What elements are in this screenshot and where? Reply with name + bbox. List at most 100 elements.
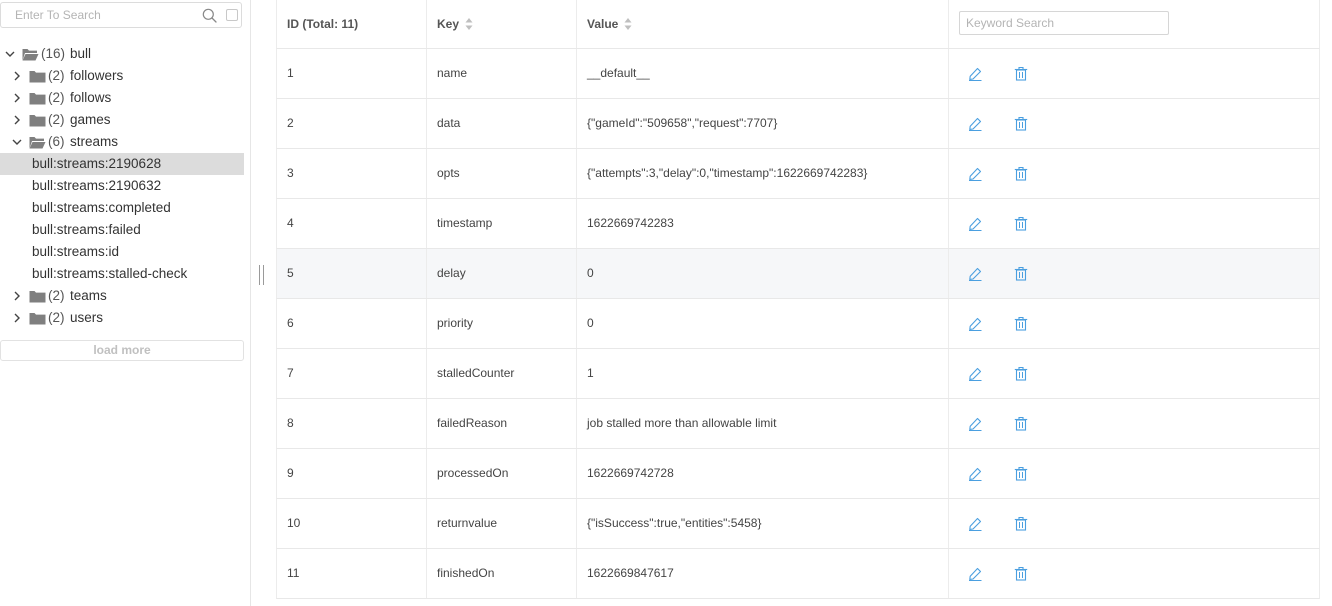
table-row[interactable]: 10 returnvalue {"isSuccess":true,"entities…	[276, 499, 1320, 549]
header-value[interactable]: Value	[577, 0, 949, 48]
cell-actions	[949, 349, 1321, 398]
cell-key: name	[427, 49, 577, 98]
load-more-button[interactable]: load more	[0, 340, 244, 361]
key-search-input[interactable]	[1, 3, 205, 27]
table-header: ID (Total: 11) Key Value	[276, 0, 1320, 49]
edit-pencil-icon[interactable]	[968, 267, 982, 281]
row-key: data	[437, 116, 461, 130]
edit-pencil-icon[interactable]	[968, 67, 982, 81]
tree-folder-teams[interactable]: (2) teams	[0, 285, 244, 307]
table-row[interactable]: 3 opts {"attempts":3,"delay":0,"timestamp"…	[276, 149, 1320, 199]
table-row[interactable]: 7 stalledCounter 1	[276, 349, 1320, 399]
chevron-right-icon[interactable]	[12, 291, 22, 301]
row-value: {"attempts":3,"delay":0,"timestamp":1622…	[587, 166, 868, 180]
key-name: bull:streams:2190632	[32, 178, 162, 193]
row-key: failedReason	[437, 416, 508, 430]
edit-pencil-icon[interactable]	[968, 417, 982, 431]
row-key: finishedOn	[437, 566, 495, 580]
tree-key-item[interactable]: bull:streams:2190628	[0, 153, 244, 175]
cell-key: delay	[427, 249, 577, 298]
tree-key-item[interactable]: bull:streams:completed	[0, 197, 244, 219]
trash-icon[interactable]	[1014, 566, 1028, 581]
cell-key: stalledCounter	[427, 349, 577, 398]
tree-key-item[interactable]: bull:streams:id	[0, 241, 244, 263]
edit-pencil-icon[interactable]	[968, 317, 982, 331]
sort-key-icon[interactable]	[465, 17, 473, 31]
tree-folder-games[interactable]: (2) games	[0, 109, 244, 131]
trash-icon[interactable]	[1014, 66, 1028, 81]
tree-folder-bull[interactable]: (16) bull	[0, 43, 244, 65]
cell-key: returnvalue	[427, 499, 577, 548]
key-name: bull:streams:id	[32, 244, 120, 259]
tree-folder-users[interactable]: (2) users	[0, 307, 244, 329]
tree-folder-followers[interactable]: (2) followers	[0, 65, 244, 87]
trash-icon[interactable]	[1014, 466, 1028, 481]
cell-id: 1	[277, 49, 427, 98]
trash-icon[interactable]	[1014, 116, 1028, 131]
edit-pencil-icon[interactable]	[968, 567, 982, 581]
trash-icon[interactable]	[1014, 266, 1028, 281]
edit-pencil-icon[interactable]	[968, 117, 982, 131]
trash-icon[interactable]	[1014, 316, 1028, 331]
cell-value: {"isSuccess":true,"entities":5458}	[577, 499, 949, 548]
trash-icon[interactable]	[1014, 516, 1028, 531]
chevron-right-icon[interactable]	[12, 313, 22, 323]
cell-value: 1622669742283	[577, 199, 949, 248]
tree-folder-streams[interactable]: (6) streams	[0, 131, 244, 153]
trash-icon[interactable]	[1014, 166, 1028, 181]
table-row[interactable]: 8 failedReason job stalled more than allow…	[276, 399, 1320, 449]
tree-key-item[interactable]: bull:streams:stalled-check	[0, 263, 244, 285]
row-value: 0	[587, 266, 594, 280]
exact-match-checkbox[interactable]	[226, 9, 238, 21]
cell-key: processedOn	[427, 449, 577, 498]
row-value: job stalled more than allowable limit	[587, 416, 777, 430]
row-key: stalledCounter	[437, 366, 515, 380]
table-row[interactable]: 11 finishedOn 1622669847617	[276, 549, 1320, 599]
header-value-label: Value	[587, 17, 619, 31]
sort-value-icon[interactable]	[624, 17, 632, 31]
row-value: {"isSuccess":true,"entities":5458}	[587, 516, 762, 530]
row-value: 0	[587, 316, 594, 330]
folder-name: followers	[70, 68, 124, 83]
cell-actions	[949, 249, 1321, 298]
edit-pencil-icon[interactable]	[968, 367, 982, 381]
search-icon[interactable]	[202, 8, 217, 23]
chevron-down-icon[interactable]	[12, 137, 22, 147]
tree-folder-follows[interactable]: (2) follows	[0, 87, 244, 109]
table-row[interactable]: 9 processedOn 1622669742728	[276, 449, 1320, 499]
key-tree-sidebar: (16) bull (2) followers (2) follows (2) games (6…	[0, 0, 250, 606]
row-id: 5	[287, 266, 294, 280]
header-key[interactable]: Key	[427, 0, 577, 48]
chevron-right-icon[interactable]	[12, 71, 22, 81]
chevron-down-icon[interactable]	[5, 49, 15, 59]
folder-name: bull	[70, 46, 92, 61]
folder-name: streams	[70, 134, 119, 149]
chevron-right-icon[interactable]	[12, 93, 22, 103]
resize-handle[interactable]	[259, 265, 264, 285]
row-key: returnvalue	[437, 516, 498, 530]
chevron-right-icon[interactable]	[12, 115, 22, 125]
edit-pencil-icon[interactable]	[968, 467, 982, 481]
row-key: delay	[437, 266, 466, 280]
table-row[interactable]: 4 timestamp 1622669742283	[276, 199, 1320, 249]
cell-actions	[949, 299, 1321, 348]
tree-key-item[interactable]: bull:streams:2190632	[0, 175, 244, 197]
trash-icon[interactable]	[1014, 366, 1028, 381]
cell-actions	[949, 99, 1321, 148]
keyword-search-input[interactable]	[959, 11, 1169, 35]
cell-key: timestamp	[427, 199, 577, 248]
row-id: 7	[287, 366, 294, 380]
edit-pencil-icon[interactable]	[968, 517, 982, 531]
table-row[interactable]: 5 delay 0	[276, 249, 1320, 299]
tree-key-item[interactable]: bull:streams:failed	[0, 219, 244, 241]
table-row[interactable]: 2 data {"gameId":"509658","request":7707}	[276, 99, 1320, 149]
table-row[interactable]: 1 name __default__	[276, 49, 1320, 99]
folder-open-icon	[22, 49, 39, 61]
row-id: 10	[287, 516, 301, 530]
edit-pencil-icon[interactable]	[968, 217, 982, 231]
cell-id: 4	[277, 199, 427, 248]
trash-icon[interactable]	[1014, 216, 1028, 231]
table-row[interactable]: 6 priority 0	[276, 299, 1320, 349]
edit-pencil-icon[interactable]	[968, 167, 982, 181]
trash-icon[interactable]	[1014, 416, 1028, 431]
